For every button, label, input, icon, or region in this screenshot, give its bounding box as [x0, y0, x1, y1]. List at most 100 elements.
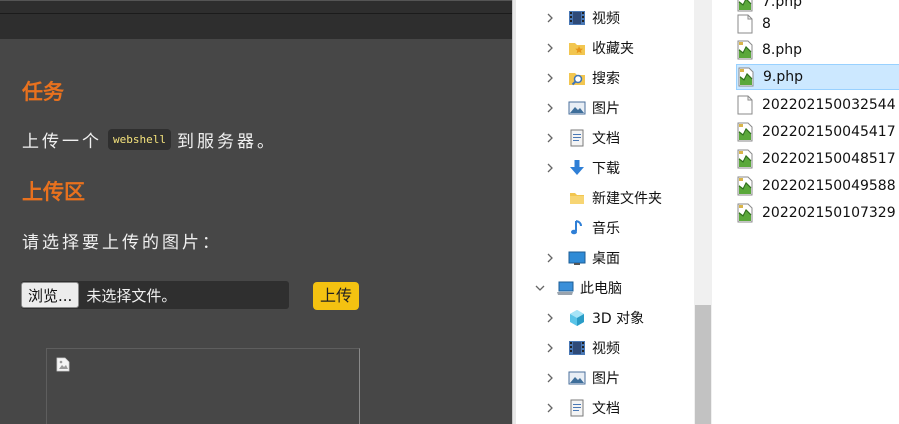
file-item[interactable]: 8: [736, 11, 899, 37]
nav-item-favorites-folder[interactable]: 收藏夹: [544, 33, 634, 63]
music-icon: [571, 220, 582, 235]
file-name: 8: [762, 16, 771, 32]
task-code: webshell: [108, 129, 171, 150]
file-name: 8.php: [762, 42, 803, 58]
task-description: 上传一个 webshell 到服务器。: [22, 127, 277, 152]
nav-item-label: 视频: [592, 11, 620, 27]
this-pc-icon: [557, 281, 574, 295]
nav-item-label: 桌面: [592, 251, 620, 267]
task-text-before: 上传一个: [22, 132, 102, 152]
php-file-icon: [737, 176, 753, 196]
chevron-right-icon[interactable]: [544, 402, 556, 414]
video-icon: [569, 11, 585, 25]
documents-icon: [570, 129, 584, 147]
3d-objects-icon: [570, 310, 584, 326]
file-item[interactable]: 202202150045417: [736, 119, 899, 145]
file-name: 7.php: [762, 0, 803, 10]
nav-item-music[interactable]: 音乐: [544, 213, 620, 243]
nav-item-label: 图片: [592, 371, 620, 387]
documents-icon: [570, 399, 584, 417]
php-file-icon: [737, 122, 753, 142]
search-folder-icon: [569, 73, 585, 86]
file-item[interactable]: 202202150049588: [736, 173, 899, 199]
chevron-right-icon[interactable]: [544, 252, 556, 264]
chevron-right-icon[interactable]: [544, 162, 556, 174]
nav-item-label: 收藏夹: [592, 41, 634, 57]
favorites-folder-icon: [569, 43, 585, 55]
nav-item-3d-objects[interactable]: 3D 对象: [544, 303, 644, 333]
chevron-right-icon[interactable]: [544, 102, 556, 114]
chevron-right-icon[interactable]: [544, 72, 556, 84]
no-file-selected-text: 未选择文件。: [86, 286, 177, 305]
nav-item-folder[interactable]: 新建文件夹: [544, 183, 662, 213]
nav-item-label: 此电脑: [580, 281, 622, 297]
file-name: 20220215003254​4: [762, 97, 896, 113]
file-input[interactable]: 浏览... 未选择文件。: [21, 281, 289, 309]
browse-button[interactable]: 浏览...: [21, 282, 80, 308]
video-icon: [569, 341, 585, 355]
file-item[interactable]: 20220215003254​4: [736, 92, 899, 118]
nav-item-video[interactable]: 视频: [544, 3, 620, 33]
task-text-after: 到服务器。: [176, 132, 277, 152]
explorer-nav-pane: 视频 收藏夹 搜索 图片 文档 下载 新建文件夹 音乐 桌面 此电脑 3D 对象 视频 图片 文档: [516, 0, 694, 424]
file-item[interactable]: 202202150048517: [736, 146, 899, 172]
nav-item-label: 搜索: [592, 71, 620, 87]
desktop-icon: [568, 251, 586, 265]
nav-item-label: 文档: [592, 131, 620, 147]
blank-file-icon: [737, 95, 753, 115]
image-preview: [46, 348, 360, 424]
file-name: 9.php: [763, 69, 804, 85]
php-file-icon: [738, 67, 754, 87]
upload-web-page: 任务 上传一个 webshell 到服务器。 上传区 请选择要上传的图片： 浏览…: [0, 0, 512, 424]
nav-item-desktop[interactable]: 桌面: [544, 243, 620, 273]
upload-button[interactable]: 上传: [313, 282, 360, 310]
choose-image-text: 请选择要上传的图片：: [22, 233, 222, 253]
nav-item-pictures[interactable]: 图片: [544, 93, 620, 123]
php-file-icon: [737, 40, 753, 60]
nav-item-downloads[interactable]: 下载: [544, 153, 620, 183]
file-name: 202202150049588: [762, 178, 896, 194]
chevron-right-icon[interactable]: [544, 312, 556, 324]
nav-item-documents[interactable]: 文档: [544, 393, 620, 423]
nav-item-video[interactable]: 视频: [544, 333, 620, 363]
php-file-icon: [737, 149, 753, 169]
nav-item-search-folder[interactable]: 搜索: [544, 63, 620, 93]
file-item[interactable]: 9.php: [736, 64, 899, 90]
blank-file-icon: [737, 14, 753, 34]
broken-image-icon: [56, 357, 70, 372]
downloads-icon: [570, 160, 584, 175]
file-item[interactable]: 8.php: [736, 37, 899, 63]
nav-item-pictures[interactable]: 图片: [544, 363, 620, 393]
nav-item-documents[interactable]: 文档: [544, 123, 620, 153]
file-name: 202202150107329: [762, 205, 896, 221]
folder-icon: [570, 193, 584, 204]
browser-top-bar: [0, 0, 512, 39]
chevron-right-icon[interactable]: [544, 342, 556, 354]
nav-item-label: 视频: [592, 341, 620, 357]
task-heading: 任务: [22, 80, 64, 104]
nav-scrollbar[interactable]: [694, 0, 712, 424]
file-list: 7.php 8 8.php 9.php 20220215003254​4 20220215…: [712, 0, 899, 424]
nav-item-label: 下载: [592, 161, 620, 177]
nav-item-label: 3D 对象: [592, 311, 645, 327]
nav-item-label: 文档: [592, 401, 620, 417]
upload-area-heading: 上传区: [22, 180, 85, 204]
pictures-icon: [568, 101, 586, 115]
nav-item-label: 新建文件夹: [592, 191, 662, 207]
file-name: 202202150048517: [762, 151, 896, 167]
file-name: 202202150045417: [762, 124, 896, 140]
chevron-right-icon[interactable]: [544, 372, 556, 384]
pictures-icon: [568, 371, 586, 385]
nav-item-label: 音乐: [592, 221, 620, 237]
chevron-right-icon[interactable]: [544, 12, 556, 24]
nav-item-label: 图片: [592, 101, 620, 117]
file-item[interactable]: 202202150107329: [736, 200, 899, 226]
nav-scrollbar-thumb[interactable]: [695, 305, 711, 424]
chevron-down-icon[interactable]: [534, 282, 546, 294]
chevron-right-icon[interactable]: [544, 42, 556, 54]
chevron-right-icon[interactable]: [544, 132, 556, 144]
php-file-icon: [737, 203, 753, 223]
nav-item-this-pc[interactable]: 此电脑: [534, 273, 622, 303]
